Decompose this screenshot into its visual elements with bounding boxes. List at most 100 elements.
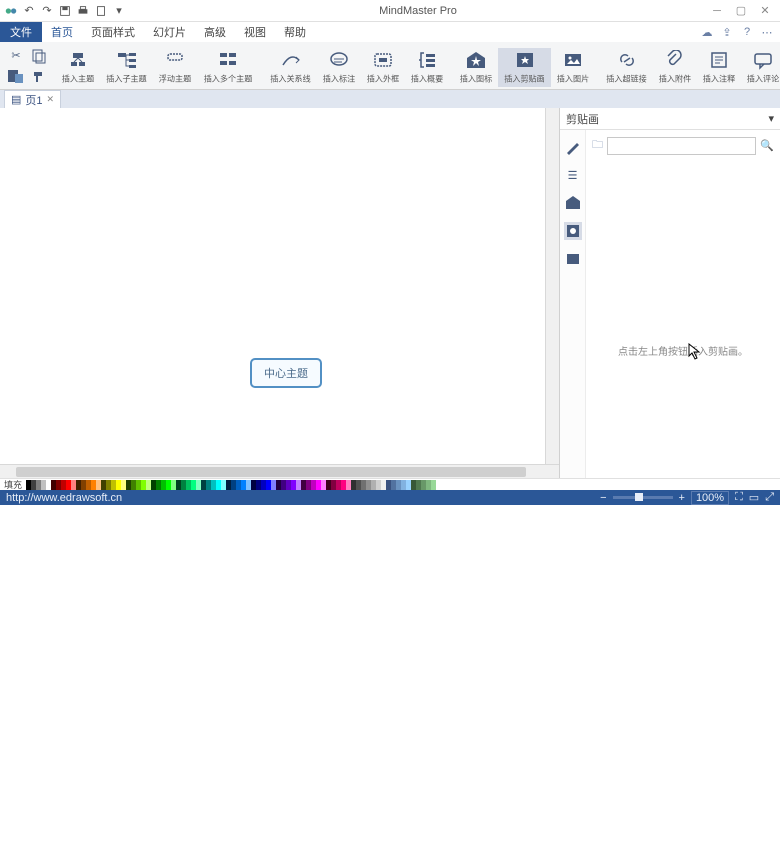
panel-iconlib-icon[interactable] xyxy=(564,194,582,212)
clipboard-group: ✂ xyxy=(4,44,28,87)
zoom-in-button[interactable]: + xyxy=(679,492,685,504)
cut-icon[interactable]: ✂ xyxy=(6,48,26,64)
help-icon[interactable]: ? xyxy=(740,25,754,39)
minimize-button[interactable]: ─ xyxy=(706,3,728,19)
ribbon-relation-button[interactable]: 插入关系线 xyxy=(264,48,317,87)
redo-icon[interactable]: ↷ xyxy=(40,4,54,18)
ribbon-label: 插入附件 xyxy=(659,73,691,85)
paste-icon[interactable] xyxy=(6,68,26,84)
panel-task-icon[interactable] xyxy=(564,250,582,268)
fit-page-icon[interactable]: ⛶ xyxy=(735,491,743,504)
fullscreen-icon[interactable]: ⤢ xyxy=(765,491,774,504)
ribbon-float-button[interactable]: 浮动主题 xyxy=(153,48,197,87)
tab-home[interactable]: 首页 xyxy=(42,22,82,42)
vertical-scrollbar[interactable] xyxy=(545,108,559,464)
save-icon[interactable] xyxy=(58,4,72,18)
ribbon-subtopic-button[interactable]: 插入子主题 xyxy=(100,48,153,87)
ribbon-summary-button[interactable]: 插入概要 xyxy=(405,48,449,87)
close-button[interactable]: ✕ xyxy=(754,3,776,19)
ribbon-label: 插入子主题 xyxy=(106,73,147,85)
panel-content: 🗀 🔍 点击左上角按钮插入剪贴画。 xyxy=(586,130,780,478)
panel-title-bar: 剪贴画 ▾ xyxy=(560,108,780,130)
app-icon xyxy=(4,4,18,18)
fit-width-icon[interactable]: ▭ xyxy=(749,491,759,504)
scrollbar-thumb[interactable] xyxy=(16,467,526,477)
zoom-out-button[interactable]: − xyxy=(600,492,606,504)
horizontal-scrollbar[interactable] xyxy=(0,464,559,478)
clipart-search-row: 🗀 🔍 xyxy=(592,136,774,155)
summary-icon xyxy=(416,50,438,70)
copy-icon[interactable] xyxy=(30,48,50,64)
canvas[interactable]: 中心主题 xyxy=(0,108,559,478)
panel-clipart-icon[interactable] xyxy=(564,222,582,240)
panel-menu-icon[interactable]: ▾ xyxy=(768,112,774,125)
tab-advanced[interactable]: 高级 xyxy=(195,22,235,42)
panel-outline-icon[interactable]: ☰ xyxy=(564,166,582,184)
zoom-controls: − + 100% ⛶ ▭ ⤢ xyxy=(600,491,774,505)
ribbon-link-button[interactable]: 插入超链接 xyxy=(600,48,653,87)
tab-help[interactable]: 帮助 xyxy=(275,22,315,42)
tab-pagestyle[interactable]: 页面样式 xyxy=(82,22,144,42)
print-icon[interactable] xyxy=(76,4,90,18)
tab-slideshow[interactable]: 幻灯片 xyxy=(144,22,195,42)
link-icon xyxy=(616,50,638,70)
tab-view[interactable]: 视图 xyxy=(235,22,275,42)
ribbon-label: 插入关系线 xyxy=(270,73,311,85)
color-swatch[interactable] xyxy=(431,480,436,490)
cloud-icon[interactable]: ☁ xyxy=(700,25,714,39)
clipart-icon xyxy=(514,50,536,70)
doctab-icon: ▤ xyxy=(11,93,21,106)
share-icon[interactable]: ⇪ xyxy=(720,25,734,39)
ribbon: ✂ 插入主题插入子主题浮动主题插入多个主题插入关系线插入标注插入外框插入概要插入… xyxy=(0,42,780,90)
ribbon-clipart-button[interactable]: 插入剪贴画 xyxy=(498,48,551,87)
ribbon-label: 插入标注 xyxy=(323,73,355,85)
topic-icon xyxy=(67,50,89,70)
ribbon-label: 插入主题 xyxy=(62,73,94,85)
center-topic-node[interactable]: 中心主题 xyxy=(250,358,322,388)
maximize-button[interactable]: ▢ xyxy=(730,3,752,19)
main-area: 中心主题 剪贴画 ▾ ☰ 🗀 🔍 点击左上角按钮 xyxy=(0,108,780,478)
quick-access-toolbar: ↶ ↷ ▾ xyxy=(0,4,130,18)
comment-icon xyxy=(752,50,774,70)
search-icon[interactable]: 🔍 xyxy=(760,139,774,152)
library-icon[interactable]: 🗀 xyxy=(592,136,603,155)
right-panel: 剪贴画 ▾ ☰ 🗀 🔍 点击左上角按钮插入剪贴画。 xyxy=(560,108,780,478)
panel-icon-bar: ☰ xyxy=(560,130,586,478)
ribbon-image-button[interactable]: 插入图片 xyxy=(551,48,595,87)
format-painter-icon[interactable] xyxy=(30,68,50,84)
ribbon-comment-button[interactable]: 插入评论 xyxy=(741,48,780,87)
ribbon-label: 插入剪贴画 xyxy=(504,73,545,85)
clipart-search-input[interactable] xyxy=(607,137,756,155)
doctab-close-icon[interactable]: ✕ xyxy=(47,94,55,105)
zoom-slider[interactable] xyxy=(613,496,673,499)
panel-format-icon[interactable] xyxy=(564,138,582,156)
export-icon[interactable] xyxy=(94,4,108,18)
iconlib-icon xyxy=(465,50,487,70)
menubar-right-icons: ☁ ⇪ ? ⋯ xyxy=(700,25,780,39)
ribbon-label: 插入注释 xyxy=(703,73,735,85)
ribbon-boundary-button[interactable]: 插入外框 xyxy=(361,48,405,87)
topic-group: 插入主题插入子主题浮动主题插入多个主题插入关系线插入标注插入外框插入概要插入图标… xyxy=(56,44,780,87)
zoom-level[interactable]: 100% xyxy=(691,491,729,505)
color-palette-bar: 填充 xyxy=(0,478,780,490)
ribbon-iconlib-button[interactable]: 插入图标 xyxy=(454,48,498,87)
ribbon-attach-button[interactable]: 插入附件 xyxy=(653,48,697,87)
qat-dropdown-icon[interactable]: ▾ xyxy=(112,4,126,18)
attach-icon xyxy=(664,50,686,70)
doctab-label: 页1 xyxy=(25,92,42,108)
ribbon-multi-button[interactable]: 插入多个主题 xyxy=(197,48,259,87)
title-bar: ↶ ↷ ▾ MindMaster Pro ─ ▢ ✕ xyxy=(0,0,780,22)
notify-icon[interactable]: ⋯ xyxy=(760,25,774,39)
ribbon-note-button[interactable]: 插入注释 xyxy=(697,48,741,87)
image-icon xyxy=(562,50,584,70)
undo-icon[interactable]: ↶ xyxy=(22,4,36,18)
zoom-slider-knob[interactable] xyxy=(635,493,643,501)
boundary-icon xyxy=(372,50,394,70)
ribbon-topic-button[interactable]: 插入主题 xyxy=(56,48,100,87)
window-buttons: ─ ▢ ✕ xyxy=(706,3,780,19)
ribbon-callout-button[interactable]: 插入标注 xyxy=(317,48,361,87)
float-icon xyxy=(164,50,186,70)
ribbon-label: 插入概要 xyxy=(411,73,443,85)
file-menu-button[interactable]: 文件 xyxy=(0,22,42,42)
document-tab[interactable]: ▤ 页1 ✕ xyxy=(4,90,61,109)
